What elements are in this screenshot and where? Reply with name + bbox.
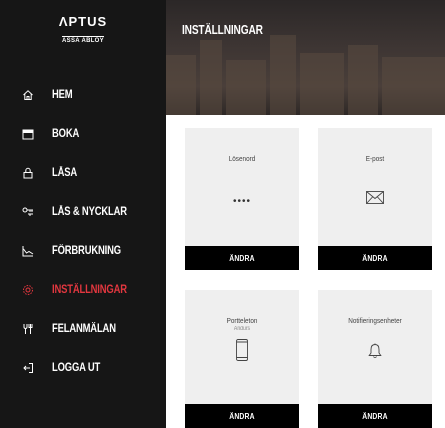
- wrench-icon: [22, 323, 34, 335]
- logo[interactable]: ΛPTUS ASSA ABLOY: [0, 14, 166, 47]
- header-banner: INSTÄLLNINGAR: [166, 0, 445, 115]
- page-title: INSTÄLLNINGAR: [182, 22, 263, 37]
- sidebar-item-label: BOKA: [52, 127, 80, 140]
- sidebar-item-lasa[interactable]: LÅSA: [0, 153, 166, 192]
- card-title: Lösenord: [228, 154, 256, 163]
- sidebar-item-boka[interactable]: BOKA: [0, 114, 166, 153]
- home-icon: [22, 89, 34, 101]
- change-doorphone-button[interactable]: ÄNDRA: [185, 404, 299, 428]
- change-password-button[interactable]: ÄNDRA: [185, 246, 299, 270]
- calendar-icon: [22, 128, 34, 140]
- sidebar-item-label: LÅS & NYCKLAR: [52, 205, 127, 218]
- envelope-icon: [318, 191, 432, 204]
- sidebar-item-forbrukning[interactable]: FÖRBRUKNING: [0, 231, 166, 270]
- sidebar-item-label: FELANMÄLAN: [52, 322, 116, 335]
- phone-icon: [185, 339, 299, 361]
- doorphone-card: Portteleton Andurs ÄNDRA: [185, 290, 299, 428]
- logout-icon: [22, 362, 34, 374]
- keys-icon: [22, 206, 34, 218]
- sidebar-item-felanmalan[interactable]: FELANMÄLAN: [0, 309, 166, 348]
- sidebar-item-logga-ut[interactable]: LOGGA UT: [0, 348, 166, 387]
- settings-content: Lösenord •••• ÄNDRA E-post ÄNDRA Porttel…: [166, 115, 445, 428]
- card-title: Portteleton: [226, 316, 258, 325]
- gear-icon: [22, 284, 34, 296]
- card-title: E-post: [365, 154, 385, 163]
- change-email-button[interactable]: ÄNDRA: [318, 246, 432, 270]
- password-card: Lösenord •••• ÄNDRA: [185, 128, 299, 270]
- bell-icon: [318, 343, 432, 359]
- sidebar-nav: HEM BOKA LÅSA LÅS & NYCKLAR FÖRBRUKNING: [0, 75, 166, 387]
- sidebar-item-label: FÖRBRUKNING: [52, 244, 121, 257]
- sidebar-item-las-nycklar[interactable]: LÅS & NYCKLAR: [0, 192, 166, 231]
- sidebar: ΛPTUS ASSA ABLOY HEM BOKA LÅSA LÅS & NYC…: [0, 0, 166, 428]
- sidebar-item-installningar[interactable]: INSTÄLLNINGAR: [0, 270, 166, 309]
- password-value: ••••: [232, 196, 251, 207]
- logo-sub: ASSA ABLOY: [62, 36, 104, 44]
- sidebar-item-hem[interactable]: HEM: [0, 75, 166, 114]
- card-subtitle: Andurs: [233, 326, 251, 332]
- notifications-card: Notifieringsenheter ÄNDRA: [318, 290, 432, 428]
- sidebar-item-label: LOGGA UT: [52, 361, 101, 374]
- sidebar-item-label: INSTÄLLNINGAR: [52, 283, 127, 296]
- card-title: Notifieringsenheter: [348, 316, 402, 325]
- email-card: E-post ÄNDRA: [318, 128, 432, 270]
- sidebar-item-label: HEM: [52, 88, 73, 101]
- lock-icon: [22, 167, 34, 179]
- chart-icon: [22, 245, 34, 257]
- logo-main: ΛPTUS: [58, 14, 108, 29]
- change-notifications-button[interactable]: ÄNDRA: [318, 404, 432, 428]
- sidebar-item-label: LÅSA: [52, 166, 78, 179]
